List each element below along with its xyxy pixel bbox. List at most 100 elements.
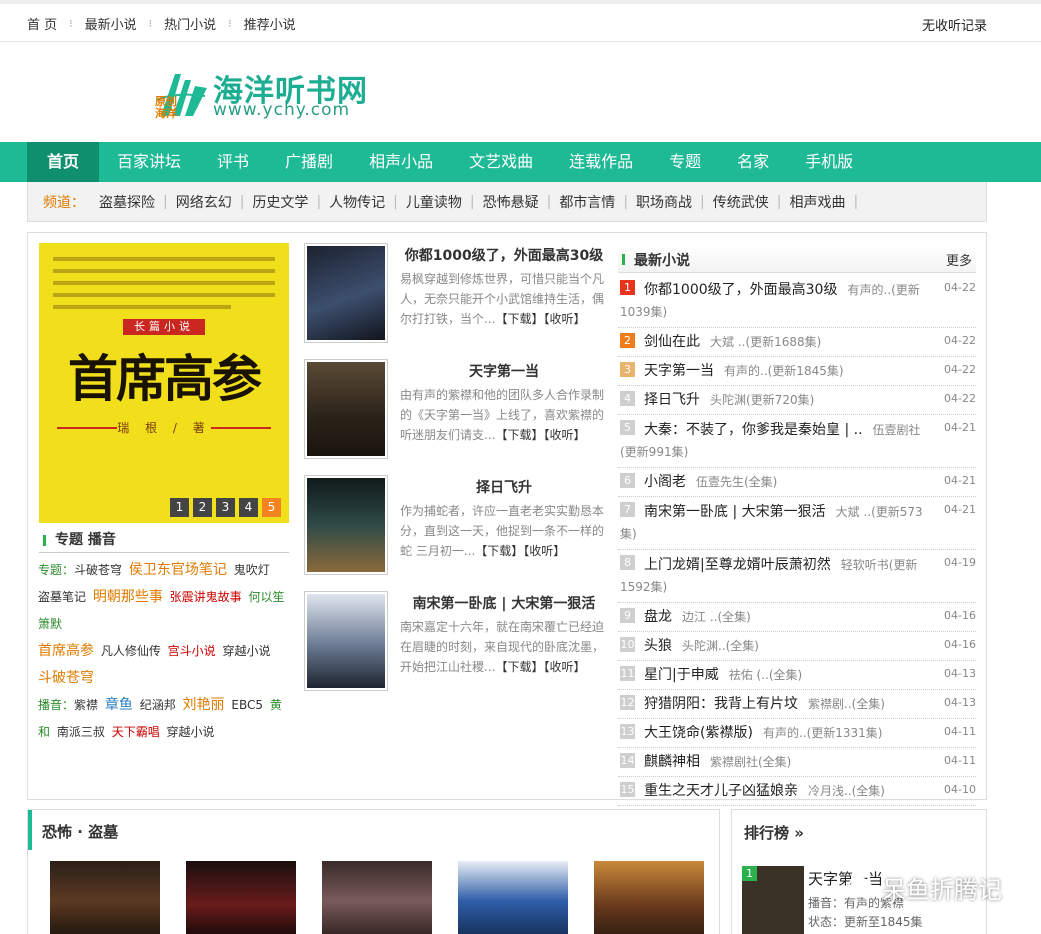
book-title[interactable]: 南宋第一卧底 | 大宋第一狠活 xyxy=(398,593,610,613)
channel-item[interactable]: 职场商战 xyxy=(636,192,692,212)
rank-badge: 6 xyxy=(620,473,635,488)
book-cover[interactable] xyxy=(304,243,388,343)
listen-link[interactable]: 【收听】 xyxy=(543,428,585,442)
latest-item[interactable]: 12 狩猎阴阳：我背上有片坟 紫襟剧..(全集) 04-13 xyxy=(618,690,976,719)
nav-radio-drama[interactable]: 广播剧 xyxy=(267,142,351,182)
top-nav-hot[interactable]: 热门小说 xyxy=(164,14,216,33)
rank-badge: 15 xyxy=(620,782,635,797)
latest-item-date: 04-10 xyxy=(944,783,976,796)
latest-item[interactable]: 3 天字第一当 有声的..(更新1845集) 04-22 xyxy=(618,357,976,386)
topic-link[interactable]: 宫斗小说 xyxy=(168,644,216,658)
latest-item[interactable]: 11 星门|于申威 祛佑 (..(全集) 04-13 xyxy=(618,661,976,690)
slide-page-2[interactable]: 2 xyxy=(193,498,212,517)
topic-link[interactable]: 侯卫东官场笔记 xyxy=(129,562,227,578)
nav-serial[interactable]: 连载作品 xyxy=(551,142,651,182)
top-nav-home[interactable]: 首 页 xyxy=(27,14,57,33)
host-link[interactable]: 章鱼 xyxy=(105,697,133,713)
book-cover[interactable] xyxy=(594,861,704,934)
main-nav: 首页 百家讲坛 评书 广播剧 相声小品 文艺戏曲 连载作品 专题 名家 手机版 xyxy=(0,142,1041,182)
host-link[interactable]: EBC5 xyxy=(231,698,263,712)
channel-item[interactable]: 儿童读物 xyxy=(406,192,462,212)
download-link[interactable]: 【下载】 xyxy=(495,312,543,326)
topic-link[interactable]: 凡人修仙传 xyxy=(101,644,161,658)
rank-badge: 10 xyxy=(620,637,635,652)
rank-badge: 2 xyxy=(620,333,635,348)
listen-link[interactable]: 【收听】 xyxy=(543,312,585,326)
topic-link[interactable]: 鬼吹灯 xyxy=(234,563,270,577)
latest-item-date: 04-22 xyxy=(944,281,976,294)
latest-item[interactable]: 9 盘龙 边江 ..(全集) 04-16 xyxy=(618,603,976,632)
horror-heading: 恐怖 · 盗墓 xyxy=(28,810,719,850)
latest-item[interactable]: 14 麒麟神相 紫襟剧社(全集) 04-11 xyxy=(618,748,976,777)
nav-topics[interactable]: 专题 xyxy=(651,142,719,182)
nav-home[interactable]: 首页 xyxy=(27,142,100,182)
book-cover[interactable] xyxy=(304,359,388,459)
ranking-title[interactable]: 排行榜 » xyxy=(744,822,804,843)
latest-item[interactable]: 6 小阁老 伍壹先生(全集) 04-21 xyxy=(618,468,976,497)
site-logo[interactable]: 原创海洋 海洋听书网 www.ychy.com xyxy=(155,66,375,124)
slide-page-5[interactable]: 5 xyxy=(262,498,281,517)
download-link[interactable]: 【下载】 xyxy=(495,428,543,442)
nav-baijia[interactable]: 百家讲坛 xyxy=(99,142,199,182)
topic-link[interactable]: 张震讲鬼故事 xyxy=(170,590,242,604)
host-link[interactable]: 紫襟 xyxy=(74,698,98,712)
book-title[interactable]: 你都1000级了，外面最高30级 xyxy=(398,245,610,265)
host-link[interactable]: 天下霸唱 xyxy=(112,725,160,739)
book-cover[interactable] xyxy=(458,861,568,934)
listen-link[interactable]: 【收听】 xyxy=(523,544,565,558)
featured-slideshow[interactable]: 长篇小说 首席高参 瑞 根 / 著 1 2 3 4 5 xyxy=(39,243,289,523)
latest-item[interactable]: 5 大秦：不装了，你爹我是秦始皇 | .. 伍壹剧社(更新991集) 04-21 xyxy=(618,415,976,468)
topic-link[interactable]: 穿越小说 xyxy=(223,644,271,658)
host-link[interactable]: 穿越小说 xyxy=(167,725,215,739)
book-cover[interactable] xyxy=(304,591,388,691)
topic-link[interactable]: 斗破苍穹 xyxy=(74,563,122,577)
latest-item[interactable]: 10 头狼 头陀渊..(全集) 04-16 xyxy=(618,632,976,661)
book-title[interactable]: 天字第一当 xyxy=(398,361,610,381)
book-desc: 易枫穿越到修炼世界，可惜只能当个凡人，无奈只能开个小武馆维持生活，偶尔打打铁，当… xyxy=(400,269,606,329)
latest-item[interactable]: 8 上门龙婿|至尊龙婿叶辰萧初然 轻软听书(更新1592集) 04-19 xyxy=(618,550,976,603)
latest-more-link[interactable]: 更多 xyxy=(946,250,972,269)
download-link[interactable]: 【下载】 xyxy=(475,544,523,558)
nav-opera[interactable]: 文艺戏曲 xyxy=(451,142,551,182)
slide-page-4[interactable]: 4 xyxy=(239,498,258,517)
book-cover[interactable] xyxy=(322,861,432,934)
download-link[interactable]: 【下载】 xyxy=(495,660,543,674)
latest-item[interactable]: 4 择日飞升 头陀渊(更新720集) 04-22 xyxy=(618,386,976,415)
host-link[interactable]: 刘艳丽 xyxy=(183,697,225,713)
latest-item[interactable]: 2 剑仙在此 大斌 ..(更新1688集) 04-22 xyxy=(618,328,976,357)
book-cover[interactable] xyxy=(186,861,296,934)
slide-page-3[interactable]: 3 xyxy=(216,498,235,517)
latest-item[interactable]: 13 大王饶命(紫襟版) 有声的..(更新1331集) 04-11 xyxy=(618,719,976,748)
top-nav-latest[interactable]: 最新小说 xyxy=(85,14,137,33)
channel-item[interactable]: 网络玄幻 xyxy=(176,192,232,212)
topic-link[interactable]: 斗破苍穹 xyxy=(38,670,94,686)
nav-mobile[interactable]: 手机版 xyxy=(787,142,871,182)
listen-link[interactable]: 【收听】 xyxy=(543,660,585,674)
host-link[interactable]: 纪涵邦 xyxy=(140,698,176,712)
topic-link[interactable]: 盗墓笔记 xyxy=(38,590,86,604)
latest-item[interactable]: 7 南宋第一卧底 | 大宋第一狠活 大斌 ..(更新573集) 04-21 xyxy=(618,497,976,550)
book-title[interactable]: 择日飞升 xyxy=(398,477,610,497)
channel-item[interactable]: 传统武侠 xyxy=(713,192,769,212)
channel-item[interactable]: 历史文学 xyxy=(252,192,308,212)
channel-item[interactable]: 相声戏曲 xyxy=(789,192,845,212)
latest-item[interactable]: 1 你都1000级了，外面最高30级 有声的..(更新1039集) 04-22 xyxy=(618,275,976,328)
channel-item[interactable]: 都市言情 xyxy=(559,192,615,212)
topic-link[interactable]: 明朝那些事 xyxy=(93,589,163,605)
latest-item[interactable]: 15 重生之天才儿子凶猛娘亲 冷月浅..(全集) 04-10 xyxy=(618,777,976,806)
listen-history-link[interactable]: 无收听记录 xyxy=(922,15,987,34)
channel-item[interactable]: 恐怖悬疑 xyxy=(483,192,539,212)
top-nav-recommend[interactable]: 推荐小说 xyxy=(244,14,296,33)
book-cover[interactable] xyxy=(50,861,160,934)
topic-label: 专题： xyxy=(38,563,75,577)
nav-pingshu[interactable]: 评书 xyxy=(199,142,267,182)
channel-item[interactable]: 盗墓探险 xyxy=(99,192,155,212)
latest-title: 最新小说 xyxy=(634,253,690,269)
nav-crosstalk[interactable]: 相声小品 xyxy=(351,142,451,182)
book-cover[interactable] xyxy=(304,475,388,575)
nav-masters[interactable]: 名家 xyxy=(719,142,787,182)
channel-item[interactable]: 人物传记 xyxy=(329,192,385,212)
host-link[interactable]: 南派三叔 xyxy=(57,725,105,739)
topic-link[interactable]: 首席高参 xyxy=(38,643,94,659)
slide-page-1[interactable]: 1 xyxy=(170,498,189,517)
